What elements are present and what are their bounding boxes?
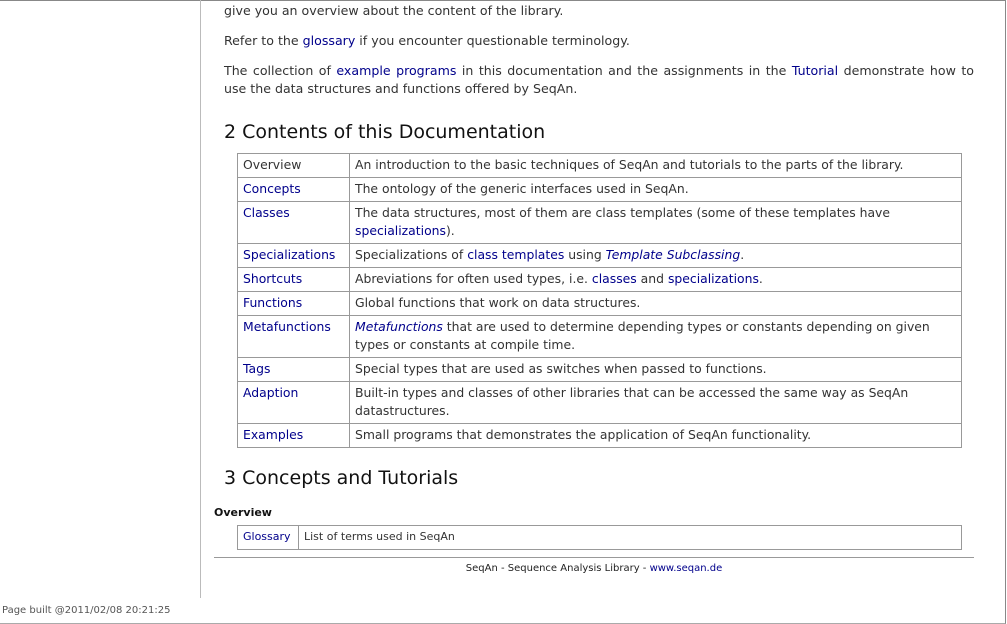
row-key: Specializations [237, 243, 350, 268]
contents-table: Overview An introduction to the basic tec… [237, 153, 962, 448]
footer-text: SeqAn - Sequence Analysis Library - [465, 563, 650, 574]
row-key: Examples [237, 423, 350, 448]
text: The collection of [224, 63, 337, 78]
table-row: Concepts The ontology of the generic inte… [237, 177, 962, 202]
inline-link[interactable]: specializations [355, 223, 446, 238]
row-key: Functions [237, 291, 350, 316]
inline-link[interactable]: classes [592, 271, 637, 286]
row-key-shortcuts[interactable]: Shortcuts [243, 271, 302, 286]
row-key-examples[interactable]: Examples [243, 427, 303, 442]
text: Global functions that work on data struc… [355, 295, 641, 310]
table-row: Examples Small programs that demonstrates… [237, 423, 962, 448]
row-description: Global functions that work on data struc… [349, 291, 962, 316]
text: Abreviations for often used types, i.e. [355, 271, 592, 286]
footer-divider [214, 557, 974, 558]
row-key-adaption[interactable]: Adaption [243, 385, 298, 400]
row-key: Adaption [237, 381, 350, 424]
inline-link[interactable]: class templates [467, 247, 564, 262]
row-key: Tags [237, 357, 350, 382]
row-key-concepts[interactable]: Concepts [243, 181, 301, 196]
row-description: List of terms used in SeqAn [298, 525, 962, 550]
row-description: An introduction to the basic techniques … [349, 153, 962, 178]
inline-link[interactable]: Metafunctions [355, 319, 443, 334]
section-3-heading: 3 Concepts and Tutorials [224, 467, 459, 489]
row-description: Special types that are used as switches … [349, 357, 962, 382]
row-key-tags[interactable]: Tags [243, 361, 270, 376]
row-description: The ontology of the generic interfaces u… [349, 177, 962, 202]
table-row: Shortcuts Abreviations for often used typ… [237, 267, 962, 292]
sidebar-divider [200, 0, 201, 598]
text: Special types that are used as switches … [355, 361, 767, 376]
row-key: Classes [237, 201, 350, 244]
row-key: Glossary [237, 525, 299, 550]
row-key-functions[interactable]: Functions [243, 295, 302, 310]
intro-line: give you an overview about the content o… [224, 3, 564, 18]
table-row: Specializations Specializations of class … [237, 243, 962, 268]
text: The data structures, most of them are cl… [355, 205, 890, 220]
text: using [564, 247, 606, 262]
inline-link[interactable]: Tutorial [792, 63, 838, 78]
row-key: Shortcuts [237, 267, 350, 292]
row-description: Abreviations for often used types, i.e. … [349, 267, 962, 292]
text: . [758, 271, 763, 286]
text: in this documentation and the assignment… [456, 63, 792, 78]
concepts-table: Glossary List of terms used in SeqAn [237, 525, 962, 550]
table-row: Overview An introduction to the basic tec… [237, 153, 962, 178]
text: Small programs that demonstrates the app… [355, 427, 812, 442]
row-key-specializations[interactable]: Specializations [243, 247, 335, 262]
footer: SeqAn - Sequence Analysis Library - www.… [214, 563, 974, 574]
table-row: Metafunctions Metafunctions that are used… [237, 315, 962, 358]
row-description: The data structures, most of them are cl… [349, 201, 962, 244]
build-info: Page built @2011/02/08 20:21:25 [2, 605, 171, 616]
section-2-heading: 2 Contents of this Documentation [224, 121, 546, 143]
row-description: Small programs that demonstrates the app… [349, 423, 962, 448]
row-key: Concepts [237, 177, 350, 202]
row-description: Built-in types and classes of other libr… [349, 381, 962, 424]
table-row: Adaption Built-in types and classes of ot… [237, 381, 962, 424]
glossary-link[interactable]: Glossary [243, 530, 291, 543]
inline-link[interactable]: example programs [336, 63, 456, 78]
text: The ontology of the generic interfaces u… [355, 181, 689, 196]
row-key: Overview [237, 153, 350, 178]
text: and [636, 271, 668, 286]
inline-link[interactable]: glossary [303, 33, 356, 48]
row-key-overview: Overview [243, 157, 302, 172]
row-key-metafunctions[interactable]: Metafunctions [243, 319, 331, 334]
text: Refer to the [224, 33, 303, 48]
text: . [740, 247, 745, 262]
text: Specializations of [355, 247, 468, 262]
table-row: Functions Global functions that work on d… [237, 291, 962, 316]
row-key-classes[interactable]: Classes [243, 205, 290, 220]
text: An introduction to the basic techniques … [355, 157, 904, 172]
row-key: Metafunctions [237, 315, 350, 358]
seqan-website-link[interactable]: www.seqan.de [650, 563, 723, 574]
text: Built-in types and classes of other libr… [355, 385, 909, 418]
inline-link[interactable]: Template Subclassing [606, 247, 741, 262]
row-description: Specializations of class templates using… [349, 243, 962, 268]
overview-heading: Overview [214, 506, 272, 519]
intro-examples-paragraph: The collection of example programs in th… [224, 62, 974, 98]
table-row: Glossary List of terms used in SeqAn [237, 525, 962, 550]
table-row: Classes The data structures, most of them… [237, 201, 962, 244]
text: if you encounter questionable terminolog… [355, 33, 630, 48]
table-row: Tags Special types that are used as switc… [237, 357, 962, 382]
row-description: Metafunctions that are used to determine… [349, 315, 962, 358]
text: ). [445, 223, 455, 238]
inline-link[interactable]: specializations [668, 271, 759, 286]
intro-glossary-paragraph: Refer to the glossary if you encounter q… [224, 32, 974, 50]
